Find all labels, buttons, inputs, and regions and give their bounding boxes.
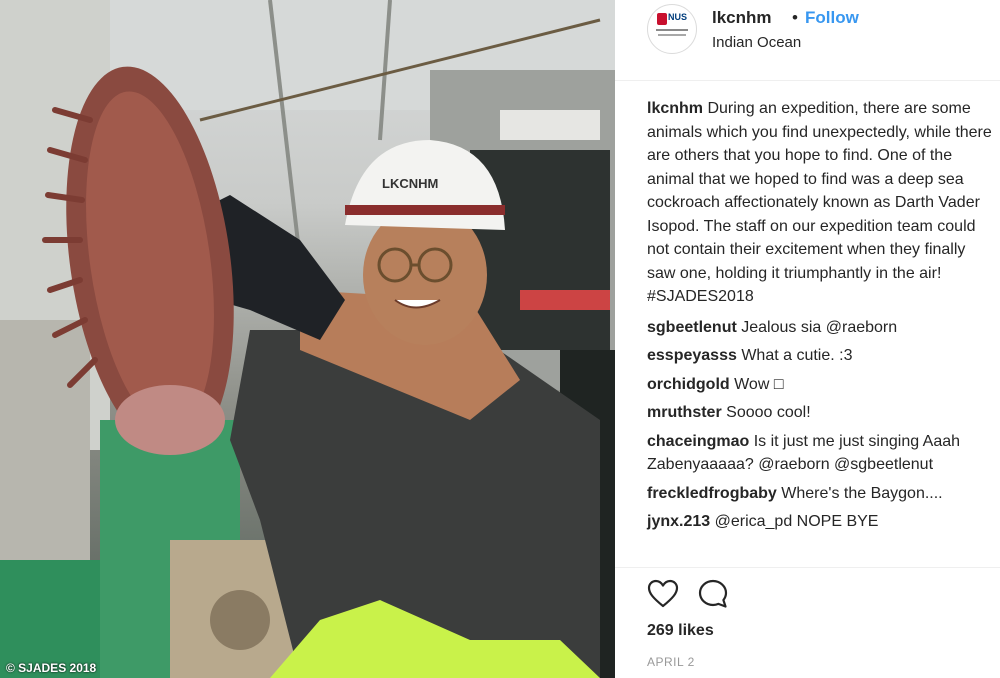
helmet-text: LKCNHM (382, 176, 438, 191)
comment-username[interactable]: esspeyasss (647, 347, 737, 364)
heart-icon[interactable] (647, 578, 679, 610)
comment-item: orchidgold Wow □ (647, 373, 997, 397)
comments-list: lkcnhm During an expedition, there are s… (647, 97, 997, 539)
comment-item: sgbeetlenut Jealous sia @raeborn (647, 316, 997, 340)
likes-count[interactable]: 269 likes (647, 622, 714, 640)
comment-item: jynx.213 @erica_pd NOPE BYE (647, 510, 997, 534)
avatar-logo-text: NUS (668, 12, 688, 22)
comment-text: Wow □ (734, 375, 784, 393)
comment-username[interactable]: freckledfrogbaby (647, 485, 777, 502)
location-link[interactable]: Indian Ocean (712, 34, 801, 51)
caption: lkcnhm During an expedition, there are s… (647, 97, 997, 309)
comment-username[interactable]: chaceingmao (647, 433, 749, 450)
header-username[interactable]: lkcnhm (712, 8, 772, 28)
comment-item: freckledfrogbaby Where's the Baygon.... (647, 482, 997, 506)
nus-crest-icon (657, 13, 667, 25)
comment-item: chaceingmao Is it just me just singing A… (647, 430, 997, 477)
post-date: APRIL 2 (647, 655, 695, 669)
comment-text: Where's the Baygon.... (781, 484, 943, 502)
comment-item: esspeyasss What a cutie. :3 (647, 344, 997, 368)
follow-button[interactable]: Follow (805, 8, 859, 28)
actions-divider (615, 567, 1000, 568)
caption-text: During an expedition, there are some ani… (647, 100, 992, 305)
comment-icon[interactable] (697, 578, 729, 610)
comment-item: mruthster Soooo cool! (647, 401, 997, 425)
comment-username[interactable]: orchidgold (647, 376, 730, 393)
comment-text: Jealous sia @raeborn (741, 318, 898, 336)
post-photo[interactable]: LKCNHM © SJADES 2018 (0, 0, 615, 678)
comment-username[interactable]: jynx.213 (647, 513, 710, 530)
avatar[interactable]: NUS (647, 4, 697, 54)
avatar-logo-line (658, 34, 686, 36)
photo-illustration: LKCNHM (0, 0, 615, 678)
post-header: NUS lkcnhm • Follow Indian Ocean (615, 0, 1000, 81)
comment-text: What a cutie. :3 (741, 347, 853, 364)
post-sidebar: NUS lkcnhm • Follow Indian Ocean lkcnhm … (615, 0, 1000, 678)
comment-username[interactable]: mruthster (647, 404, 722, 421)
comment-username[interactable]: sgbeetlenut (647, 319, 737, 336)
separator-dot: • (792, 8, 798, 27)
avatar-logo-line (656, 29, 688, 31)
photo-credit: © SJADES 2018 (6, 661, 97, 675)
comment-text: Soooo cool! (726, 404, 811, 421)
comment-text: @erica_pd NOPE BYE (714, 513, 879, 530)
caption-username[interactable]: lkcnhm (647, 100, 703, 117)
